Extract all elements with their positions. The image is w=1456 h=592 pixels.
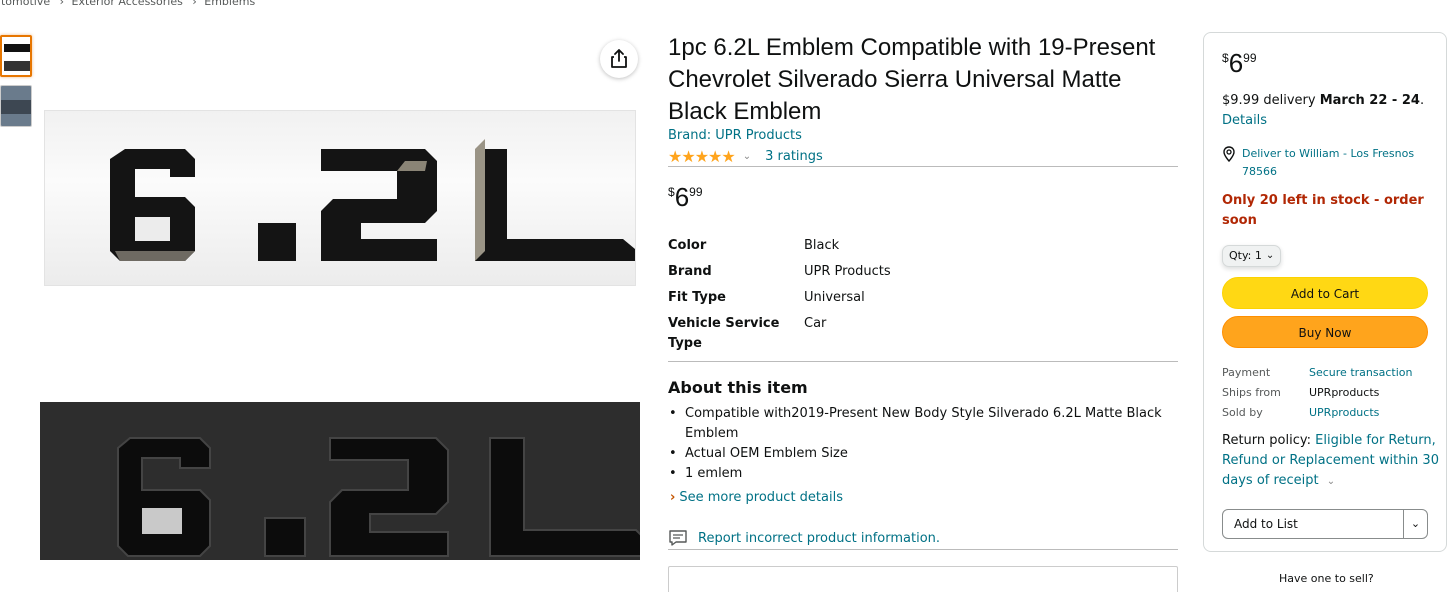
- about-bullets: Compatible with2019-Present New Body Sty…: [669, 404, 1175, 484]
- emblem-graphic-light: [110, 139, 635, 261]
- sold-by-row: Sold by UPRproducts: [1222, 403, 1412, 423]
- feedback-icon: [669, 530, 687, 546]
- chevron-down-icon: ⌄: [1265, 250, 1275, 261]
- thumbnail-2[interactable]: [0, 85, 32, 127]
- breadcrumb: utomotive › Exterior Accessories › Emble…: [0, 0, 257, 8]
- add-to-list-label: Add to List: [1234, 517, 1298, 531]
- divider: [668, 361, 1178, 362]
- delivery-info: $9.99 delivery March 22 - 24. Details: [1222, 91, 1434, 131]
- delivery-prefix: $9.99 delivery: [1222, 93, 1316, 108]
- divider: [668, 166, 1178, 167]
- product-image-black-background[interactable]: [40, 402, 647, 560]
- price-whole: 6: [674, 182, 690, 212]
- rating-row: ★★★★★ ⌄ 3 ratings: [668, 147, 823, 166]
- spec-key: Fit Type: [668, 290, 726, 305]
- deliver-to-link[interactable]: Deliver to William - Los Fresnos 78566: [1222, 145, 1434, 181]
- price-whole: 6: [1228, 48, 1244, 78]
- sold-by-label: Sold by: [1222, 406, 1263, 419]
- spec-row-brand: Brand UPR Products: [668, 262, 1178, 282]
- star-rating[interactable]: ★★★★★: [668, 147, 736, 166]
- report-label: Report incorrect product information.: [698, 530, 941, 546]
- have-one-to-sell: Have one to sell?: [1279, 572, 1374, 585]
- location-pin-icon: [1223, 146, 1235, 162]
- payment-label: Payment: [1222, 366, 1271, 379]
- ships-from-label: Ships from: [1222, 386, 1281, 399]
- about-bullet: Actual OEM Emblem Size: [669, 444, 1175, 464]
- buy-now-button[interactable]: Buy Now: [1222, 316, 1428, 348]
- content-box: [668, 566, 1178, 592]
- price-symbol: $: [1222, 51, 1229, 65]
- thumbnail-emblem-black: [4, 61, 30, 71]
- seller-link[interactable]: UPRproducts: [1309, 403, 1379, 423]
- seller-info: Payment Secure transaction Ships from UP…: [1222, 363, 1412, 423]
- delivery-date: March 22 - 24: [1319, 93, 1420, 108]
- chevron-right-icon: ›: [670, 490, 676, 505]
- buy-box: $699 $9.99 delivery March 22 - 24. Detai…: [1203, 32, 1447, 552]
- spec-key: Vehicle Service Type: [668, 316, 780, 351]
- qty-label: Qty:: [1229, 249, 1252, 262]
- chevron-down-icon[interactable]: ⌄: [743, 151, 751, 162]
- ratings-count-link[interactable]: 3 ratings: [765, 149, 823, 164]
- product-title: 1pc 6.2L Emblem Compatible with 19-Prese…: [668, 34, 1156, 125]
- qty-value: 1: [1254, 249, 1262, 262]
- add-to-list-button[interactable]: Add to List ⌄: [1222, 509, 1428, 539]
- deliver-to-label: Deliver to William - Los Fresnos 78566: [1242, 147, 1415, 178]
- thumbnail-list: [0, 35, 32, 135]
- add-to-cart-button[interactable]: Add to Cart: [1222, 277, 1428, 309]
- ships-from-row: Ships from UPRproducts: [1222, 383, 1412, 403]
- spec-key: Brand: [668, 264, 712, 279]
- spec-value: UPR Products: [804, 264, 891, 279]
- price-fraction: 99: [1243, 51, 1257, 65]
- price: $699: [668, 182, 703, 213]
- return-label: Return policy:: [1222, 433, 1311, 448]
- thumbnail-car-photo: [1, 100, 31, 114]
- about-bullet: Compatible with2019-Present New Body Sty…: [669, 404, 1175, 444]
- breadcrumb-item-automotive[interactable]: utomotive: [0, 0, 50, 8]
- spec-row-color: Color Black: [668, 236, 1178, 256]
- breadcrumb-item-exterior-accessories[interactable]: Exterior Accessories: [72, 0, 183, 8]
- breadcrumb-separator: ›: [59, 0, 65, 8]
- price-symbol: $: [668, 185, 675, 199]
- product-image-white-background[interactable]: [44, 110, 636, 286]
- chevron-down-icon[interactable]: ⌄: [1327, 476, 1335, 487]
- emblem-graphic-dark: [40, 402, 647, 560]
- spec-key: Color: [668, 238, 707, 253]
- quantity-select[interactable]: Qty: 1 ⌄: [1222, 245, 1282, 267]
- thumbnail-emblem-white: [4, 44, 30, 52]
- spec-table: Color Black Brand UPR Products Fit Type …: [668, 236, 1178, 360]
- delivery-suffix: .: [1419, 93, 1425, 108]
- see-more-label: See more product details: [679, 490, 843, 505]
- buybox-price: $699: [1222, 48, 1257, 79]
- breadcrumb-item-emblems[interactable]: Emblems: [204, 0, 255, 8]
- price-fraction: 99: [689, 185, 703, 199]
- spec-value: Black: [804, 238, 840, 253]
- report-link[interactable]: Report incorrect product information.: [668, 529, 940, 547]
- about-bullet: 1 emlem: [669, 464, 1175, 484]
- spec-row-fit-type: Fit Type Universal: [668, 288, 1178, 308]
- payment-row: Payment Secure transaction: [1222, 363, 1412, 383]
- return-policy: Return policy: Eligible for Return, Refu…: [1222, 431, 1442, 492]
- chevron-down-icon[interactable]: ⌄: [1403, 510, 1427, 538]
- ships-from-value: UPRproducts: [1309, 386, 1380, 399]
- stock-status: Only 20 left in stock - order soon: [1222, 193, 1424, 228]
- spec-row-vehicle-service-type: Vehicle Service Type Car: [668, 314, 1178, 354]
- brand-link[interactable]: Brand: UPR Products: [668, 128, 802, 143]
- share-button[interactable]: [600, 40, 638, 78]
- see-more-link[interactable]: › See more product details: [670, 490, 843, 505]
- share-icon: [611, 49, 627, 68]
- details-link[interactable]: Details: [1222, 113, 1267, 128]
- spec-value: Universal: [804, 290, 865, 305]
- thumbnail-1[interactable]: [0, 35, 32, 77]
- divider: [668, 549, 1178, 550]
- secure-transaction-link[interactable]: Secure transaction: [1309, 363, 1412, 383]
- spec-value: Car: [804, 316, 827, 331]
- about-title: About this item: [668, 378, 808, 397]
- breadcrumb-separator: ›: [192, 0, 197, 8]
